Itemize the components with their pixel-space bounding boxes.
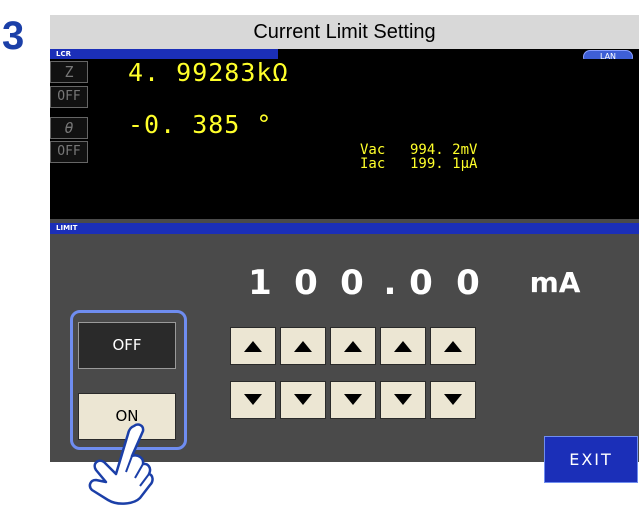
window-title: Current Limit Setting xyxy=(50,15,639,49)
digit-2-up-button[interactable] xyxy=(280,327,326,365)
digit-2-down-button[interactable] xyxy=(280,381,326,419)
limit-digit-1: 1 xyxy=(248,263,272,303)
pointing-hand-icon xyxy=(88,423,154,505)
iac-label: Iac xyxy=(360,156,386,172)
triangle-up-icon xyxy=(444,341,462,352)
triangle-up-icon xyxy=(394,341,412,352)
digit-3-down-button[interactable] xyxy=(330,381,376,419)
param2-state[interactable]: OFF xyxy=(50,141,88,163)
limit-bar: LIMIT xyxy=(50,223,639,234)
limit-decimal-point: . xyxy=(383,263,397,303)
triangle-up-icon xyxy=(294,341,312,352)
step-number: 3 xyxy=(2,14,25,58)
digit-3-up-button[interactable] xyxy=(330,327,376,365)
param1-symbol[interactable]: Z xyxy=(50,61,88,83)
digit-1-down-button[interactable] xyxy=(230,381,276,419)
param2-value: -0. 385 ° xyxy=(128,110,273,139)
digit-1-up-button[interactable] xyxy=(230,327,276,365)
limit-digit-4: 0 xyxy=(409,263,433,303)
iac-value: 199. 1μA xyxy=(410,156,478,172)
digit-4-down-button[interactable] xyxy=(380,381,426,419)
exit-button[interactable]: EXIT xyxy=(544,436,638,483)
digit-5-up-button[interactable] xyxy=(430,327,476,365)
limit-digit-3: 0 xyxy=(340,263,364,303)
triangle-down-icon xyxy=(244,394,262,405)
triangle-up-icon xyxy=(244,341,262,352)
limit-digit-2: 0 xyxy=(294,263,318,303)
param1-value: 4. 99283kΩ xyxy=(128,58,289,87)
digit-4-up-button[interactable] xyxy=(380,327,426,365)
triangle-up-icon xyxy=(344,341,362,352)
digit-5-down-button[interactable] xyxy=(430,381,476,419)
measurement-display: Z 4. 99283kΩ OFF θ -0. 385 ° OFF Vac 994… xyxy=(50,59,639,219)
param1-state[interactable]: OFF xyxy=(50,86,88,108)
limit-off-button[interactable]: OFF xyxy=(78,322,176,369)
triangle-down-icon xyxy=(344,394,362,405)
triangle-down-icon xyxy=(394,394,412,405)
triangle-down-icon xyxy=(444,394,462,405)
limit-unit: mA xyxy=(529,266,581,299)
param2-symbol[interactable]: θ xyxy=(50,117,88,139)
limit-digit-5: 0 xyxy=(456,263,480,303)
triangle-down-icon xyxy=(294,394,312,405)
